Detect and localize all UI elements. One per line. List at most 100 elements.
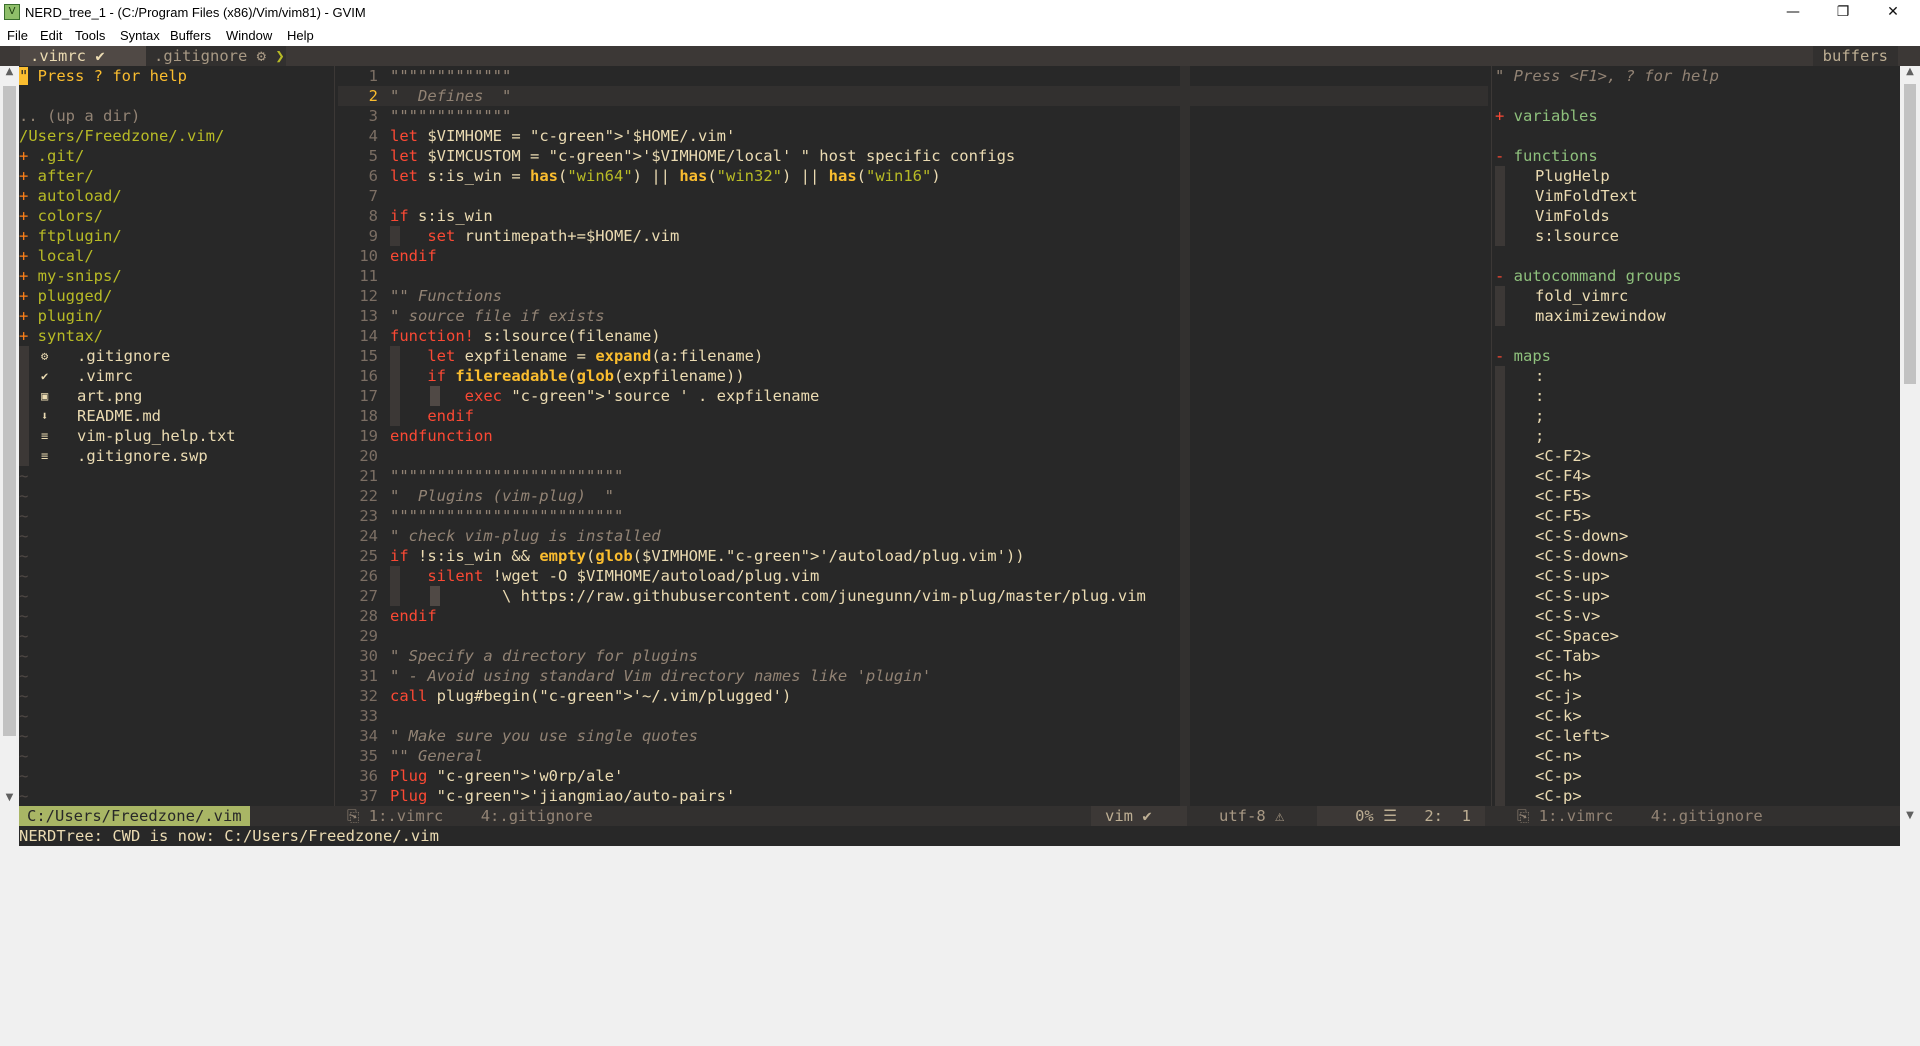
right-scrollbar-thumb[interactable] <box>1904 84 1916 384</box>
code-text: """"""""""""" <box>390 67 512 85</box>
code-line[interactable]: 13 " source file if exists <box>338 306 1488 326</box>
code-line[interactable]: 32 call plug#begin("c-green">'~/.vim/plug… <box>338 686 1488 706</box>
code-line[interactable]: 16 if filereadable(glob(expfilename)) <box>338 366 1488 386</box>
code-line[interactable]: 35 "" General <box>338 746 1488 766</box>
code-line[interactable]: 37 Plug "c-green">'jiangmiao/auto-pairs' <box>338 786 1488 806</box>
code-line[interactable]: 9 set runtimepath+=$HOME/.vim <box>338 226 1488 246</box>
menu-tools[interactable]: Tools <box>75 28 105 43</box>
code-line[interactable]: 22 " Plugins (vim-plug) " <box>338 486 1488 506</box>
command-line[interactable]: NERDTree: CWD is now: C:/Users/Freedzone… <box>19 826 439 846</box>
code-line[interactable]: 5 let $VIMCUSTOM = "c-green">'$VIMHOME/lo… <box>338 146 1488 166</box>
nerdtree-dir-item[interactable]: + local/ <box>19 246 94 266</box>
tagbar-section[interactable]: - autocommand groups <box>1495 266 1682 286</box>
code-line[interactable]: 4 let $VIMHOME = "c-green">'$HOME/.vim' <box>338 126 1488 146</box>
line-number: 14 <box>359 327 378 345</box>
code-line[interactable]: 29 <box>338 626 1488 646</box>
indent-guide <box>1495 486 1505 506</box>
menu-file[interactable]: File <box>7 28 28 43</box>
fold-marker-icon: - <box>1495 147 1514 165</box>
tagbar-item-name: <C-Space> <box>1535 627 1619 645</box>
code-line[interactable]: 28 endif <box>338 606 1488 626</box>
tab-gitignore[interactable]: .gitignore ⚙ ❯ <box>146 46 286 66</box>
nerdtree-dir-item[interactable]: + syntax/ <box>19 326 103 346</box>
indent-guide <box>19 366 29 386</box>
menu-syntax[interactable]: Syntax <box>120 28 160 43</box>
code-line[interactable]: 12 "" Functions <box>338 286 1488 306</box>
menu-buffers[interactable]: Buffers <box>170 28 211 43</box>
code-line[interactable]: 31 " - Avoid using standard Vim directory… <box>338 666 1488 686</box>
code-line[interactable]: 1 """"""""""""" <box>338 66 1488 86</box>
code-line[interactable]: 30 " Specify a directory for plugins <box>338 646 1488 666</box>
minimize-button[interactable]: — <box>1770 0 1816 26</box>
code-line[interactable]: 27 \ https://raw.githubusercontent.com/j… <box>338 586 1488 606</box>
split-separator-right[interactable] <box>1488 66 1495 806</box>
code-line[interactable]: 17 exec "c-green">'source ' . expfilenam… <box>338 386 1488 406</box>
nerdtree-dir-name: my-snips/ <box>37 267 122 285</box>
expand-plus-icon: + <box>19 247 38 265</box>
code-text: " - Avoid using standard Vim directory n… <box>390 667 932 685</box>
nerdtree-file-name: .gitignore <box>77 347 171 365</box>
code-text: " Defines " <box>390 87 512 105</box>
right-scroll-up-icon[interactable]: ▲ <box>1900 66 1920 77</box>
tagbar-section[interactable]: - maps <box>1495 346 1551 366</box>
code-line[interactable]: 15 let expfilename = expand(a:filename) <box>338 346 1488 366</box>
indent-guide <box>1495 386 1505 406</box>
code-text: """"""""""""""""""""""""" <box>390 507 624 525</box>
nerdtree-dir-name: plugin/ <box>37 307 103 325</box>
code-line[interactable]: 36 Plug "c-green">'w0rp/ale' <box>338 766 1488 786</box>
nerdtree-dir-item[interactable]: + my-snips/ <box>19 266 122 286</box>
scroll-down-icon[interactable]: ▼ <box>0 792 19 803</box>
tab-vimrc[interactable]: .vimrc ✔ <box>20 46 146 66</box>
code-line[interactable]: 14 function! s:lsource(filename) <box>338 326 1488 346</box>
empty-line-marker: ~ <box>19 747 29 765</box>
code-line[interactable]: 10 endif <box>338 246 1488 266</box>
indent-guide <box>19 386 29 406</box>
close-button[interactable]: ✕ <box>1870 0 1916 26</box>
tagbar-pane[interactable]: " Press <F1>, ? for help + variables - fu… <box>1495 66 1900 806</box>
code-line[interactable]: 33 <box>338 706 1488 726</box>
code-line[interactable]: 2 " Defines " <box>338 86 1488 106</box>
nerdtree-dir-item[interactable]: + plugged/ <box>19 286 112 306</box>
nerdtree-dir-item[interactable]: + .git/ <box>19 146 84 166</box>
code-line[interactable]: 25 if !s:is_win && empty(glob($VIMHOME."c… <box>338 546 1488 566</box>
left-scrollbar-thumb[interactable] <box>3 86 16 736</box>
empty-line-marker: ~ <box>19 707 29 725</box>
code-line[interactable]: 23 """"""""""""""""""""""""" <box>338 506 1488 526</box>
tagbar-section[interactable]: - functions <box>1495 146 1598 166</box>
left-scrollbar[interactable]: ▲ ▼ <box>0 66 19 806</box>
indent-guide <box>1495 446 1505 466</box>
nerdtree-pane[interactable]: " Press ? for help .. (up a dir) /Users/… <box>19 66 331 806</box>
menu-window[interactable]: Window <box>226 28 272 43</box>
code-line[interactable]: 21 """"""""""""""""""""""""" <box>338 466 1488 486</box>
menu-edit[interactable]: Edit <box>40 28 62 43</box>
tagbar-section[interactable]: + variables <box>1495 106 1598 126</box>
code-editor-pane[interactable]: 1 """"""""""""" 2 " Defines " 3 """""""""""""… <box>338 66 1488 806</box>
code-text: """"""""""""""""""""""""" <box>390 467 624 485</box>
code-line[interactable]: 19 endfunction <box>338 426 1488 446</box>
line-number: 31 <box>359 667 378 685</box>
code-line[interactable]: 24 " check vim-plug is installed <box>338 526 1488 546</box>
nerdtree-dir-item[interactable]: + plugin/ <box>19 306 103 326</box>
nerdtree-dir-item[interactable]: + colors/ <box>19 206 103 226</box>
code-line[interactable]: 11 <box>338 266 1488 286</box>
menu-help[interactable]: Help <box>287 28 314 43</box>
nerdtree-dir-item[interactable]: + after/ <box>19 166 94 186</box>
right-scroll-down-icon[interactable]: ▼ <box>1900 810 1920 821</box>
line-number: 30 <box>359 647 378 665</box>
code-line[interactable]: 26 silent !wget -O $VIMHOME/autoload/plu… <box>338 566 1488 586</box>
nerdtree-root[interactable]: /Users/Freedzone/.vim/ <box>19 126 224 146</box>
maximize-button[interactable]: ❐ <box>1820 0 1866 26</box>
code-line[interactable]: 34 " Make sure you use single quotes <box>338 726 1488 746</box>
nerdtree-updir[interactable]: .. (up a dir) <box>19 106 140 126</box>
nerdtree-dir-item[interactable]: + ftplugin/ <box>19 226 122 246</box>
split-separator-left[interactable] <box>331 66 338 806</box>
code-line[interactable]: 18 endif <box>338 406 1488 426</box>
code-line[interactable]: 3 """"""""""""" <box>338 106 1488 126</box>
scroll-up-icon[interactable]: ▲ <box>0 66 19 77</box>
nerdtree-dir-item[interactable]: + autoload/ <box>19 186 122 206</box>
code-line[interactable]: 8 if s:is_win <box>338 206 1488 226</box>
right-scrollbar[interactable]: ▲ ▼ <box>1900 66 1920 846</box>
code-line[interactable]: 6 let s:is_win = has("win64") || has("win… <box>338 166 1488 186</box>
code-line[interactable]: 20 <box>338 446 1488 466</box>
code-line[interactable]: 7 <box>338 186 1488 206</box>
